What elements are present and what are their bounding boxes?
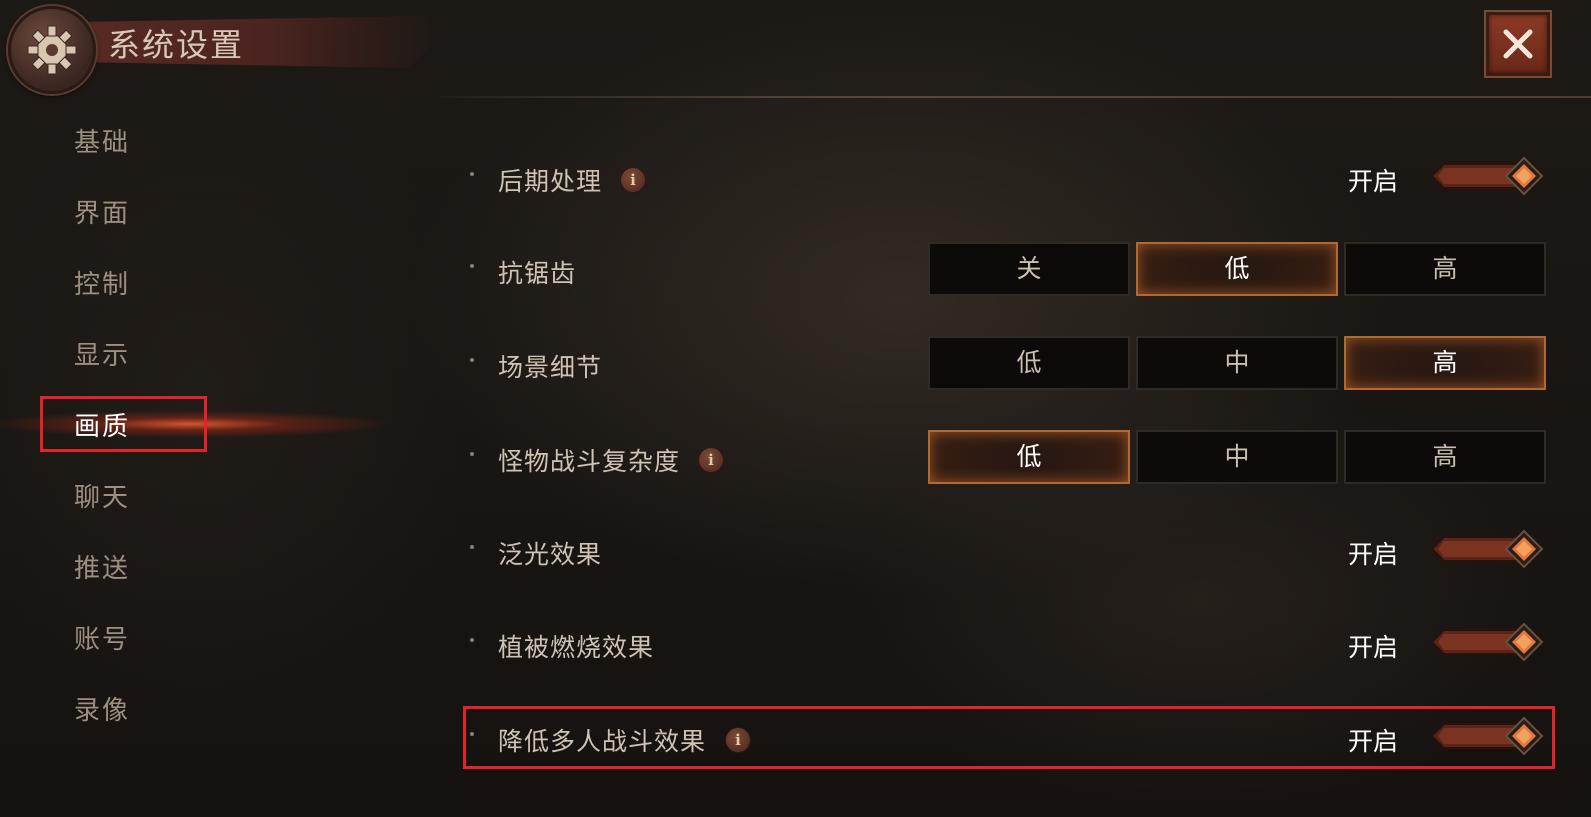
setting-row-anti-aliasing: 抗锯齿 关 低 高 [470, 242, 1560, 302]
settings-screen: 系统设置 基础 界面 控制 显示 画质 聊天 推送 账号 录像 后期处理 i 开… [0, 0, 1591, 817]
info-icon[interactable]: i [725, 727, 751, 753]
scene-detail-selector: 低 中 高 [928, 336, 1550, 394]
sidebar-item-account[interactable]: 账号 [74, 619, 130, 659]
option-high[interactable]: 高 [1344, 430, 1546, 484]
sidebar-item-recording[interactable]: 录像 [74, 690, 130, 730]
setting-label: 泛光效果 [498, 540, 603, 569]
vegetation-burn-toggle[interactable] [1428, 622, 1546, 662]
bullet [470, 172, 474, 176]
bullet [470, 638, 474, 642]
option-medium[interactable]: 中 [1136, 336, 1338, 390]
info-icon[interactable]: i [698, 447, 724, 473]
anti-aliasing-selector: 关 低 高 [928, 242, 1550, 300]
bullet [470, 358, 474, 362]
toggle-switch-icon [1430, 156, 1544, 196]
setting-row-vegetation-burn: 植被燃烧效果 开启 [470, 616, 1560, 676]
reduce-multiplayer-toggle[interactable] [1428, 716, 1546, 756]
setting-row-scene-detail: 场景细节 低 中 高 [470, 336, 1560, 396]
toggle-state-label: 开启 [1348, 540, 1399, 569]
setting-label: 怪物战斗复杂度 [498, 447, 681, 476]
setting-row-monster-complexity: 怪物战斗复杂度 i 低 中 高 [470, 430, 1560, 490]
bullet [470, 732, 474, 736]
option-high[interactable]: 高 [1344, 242, 1546, 296]
post-processing-toggle[interactable] [1428, 156, 1546, 196]
setting-label: 植被燃烧效果 [498, 633, 655, 662]
option-low[interactable]: 低 [928, 430, 1130, 484]
setting-label: 后期处理 [498, 167, 603, 196]
setting-label: 抗锯齿 [498, 259, 577, 288]
gear-icon [8, 6, 96, 94]
setting-label: 降低多人战斗效果 [498, 727, 707, 756]
sidebar-item-graphics[interactable]: 画质 [74, 406, 130, 446]
toggle-state-label: 开启 [1348, 167, 1399, 196]
option-low[interactable]: 低 [928, 336, 1130, 390]
sidebar-item-controls[interactable]: 控制 [74, 264, 130, 304]
bullet [470, 264, 474, 268]
bullet [470, 545, 474, 549]
toggle-state-label: 开启 [1348, 727, 1399, 756]
sidebar-item-chat[interactable]: 聊天 [74, 477, 130, 517]
bullet [470, 452, 474, 456]
close-button[interactable] [1486, 12, 1550, 76]
active-nav-glow [0, 400, 400, 448]
sidebar-item-push[interactable]: 推送 [74, 548, 130, 588]
option-high[interactable]: 高 [1344, 336, 1546, 390]
toggle-state-label: 开启 [1348, 633, 1399, 662]
page-title: 系统设置 [108, 26, 245, 64]
sidebar-item-display[interactable]: 显示 [74, 335, 130, 375]
header-divider [440, 96, 1591, 98]
sidebar-item-basic[interactable]: 基础 [74, 122, 130, 162]
setting-row-post-processing: 后期处理 i 开启 [470, 150, 1560, 210]
toggle-switch-icon [1430, 529, 1544, 569]
monster-complexity-selector: 低 中 高 [928, 430, 1550, 488]
toggle-switch-icon [1430, 622, 1544, 662]
option-medium[interactable]: 中 [1136, 430, 1338, 484]
close-icon [1503, 29, 1533, 59]
bloom-toggle[interactable] [1428, 529, 1546, 569]
sidebar-item-interface[interactable]: 界面 [74, 193, 130, 233]
setting-row-reduce-multiplayer: 降低多人战斗效果 i 开启 [470, 710, 1560, 770]
info-icon[interactable]: i [620, 167, 646, 193]
setting-row-bloom: 泛光效果 开启 [470, 523, 1560, 583]
toggle-switch-icon [1430, 716, 1544, 756]
option-off[interactable]: 关 [928, 242, 1130, 296]
setting-label: 场景细节 [498, 353, 603, 382]
option-low[interactable]: 低 [1136, 242, 1338, 296]
